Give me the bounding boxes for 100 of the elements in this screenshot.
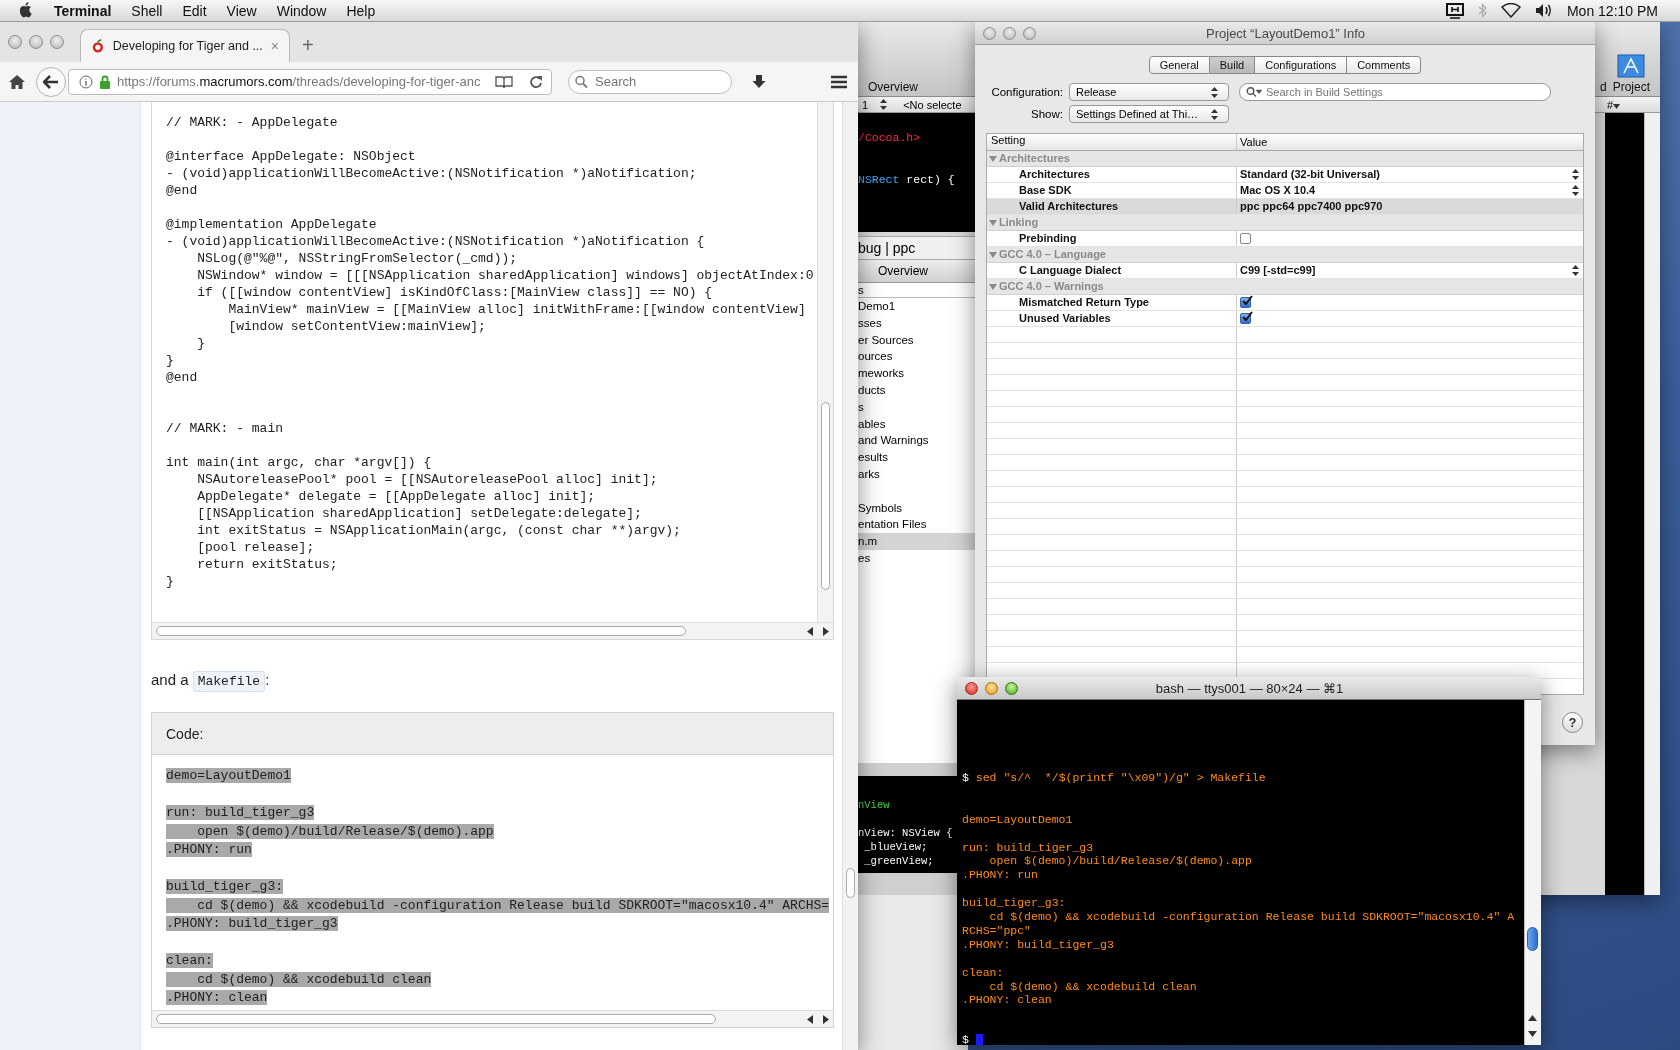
list-item[interactable]: n.m [858,533,975,550]
new-tab-button[interactable]: + [290,34,326,62]
app-menu[interactable]: Terminal [44,2,122,19]
symbol-popup[interactable]: <No selecte [903,98,962,111]
setting-row[interactable]: Mismatched Return Type [987,295,1583,311]
scrollbar[interactable] [1644,113,1660,895]
disclosure-triangle-icon[interactable] [989,283,997,292]
list-item[interactable]: meworks [858,365,975,382]
updown-arrows-icon [1572,265,1579,276]
back-button[interactable] [36,66,66,97]
list-item[interactable]: esults [858,449,975,466]
window-control-button[interactable] [8,35,22,49]
download-icon[interactable] [752,73,766,90]
volume-icon[interactable] [1534,3,1553,18]
lock-icon [99,74,111,89]
reader-icon[interactable] [495,74,513,89]
menu-item[interactable]: Shell [121,2,173,19]
paragraph: and a Makefile : [151,668,834,694]
disclosure-triangle-icon[interactable] [989,155,997,164]
scroll-thumb[interactable] [1527,927,1538,951]
updown-arrows-icon [1572,185,1579,196]
setting-row[interactable]: Architectures Standard (32-bit Universal) [987,167,1583,183]
scrollbar[interactable] [817,102,833,622]
list-item[interactable]: er Sources [858,331,975,349]
updown-arrows-icon [1211,108,1218,120]
disclosure-triangle-icon[interactable] [989,219,997,228]
window-control-button[interactable] [985,681,998,695]
configuration-popup[interactable]: Release [1069,83,1229,101]
list-item[interactable]: sses [858,314,975,332]
info-icon[interactable] [79,74,93,89]
scrollbar[interactable] [152,1010,833,1027]
counterpart-popup[interactable]: # [1606,98,1620,111]
list-item[interactable]: and Warnings [858,432,975,450]
list-item[interactable]: entation Files [858,516,975,534]
window-title: Project “LayoutDemo1” Info [1205,25,1366,41]
field-label: Show: [1030,108,1063,120]
show-popup[interactable]: Settings Defined at Thi… [1069,105,1229,123]
wifi-icon[interactable] [1500,3,1521,18]
code-listing: demo=LayoutDemo1 run: build_tiger_g3 open $(demo)/build/Release/$(demo).app .PHONY: run build_tiger_g3: cd $(demo) && xcodebuild -configuration Release build SDKROOT="macosx10.4" ARCHS= .PHONY: build_tiger_g3 clean: cd $(demo) && xcodebuild clean .PHONY: clean [165,767,831,1007]
checkbox[interactable] [1240,233,1251,244]
setting-row[interactable]: Valid Architectures ppc ppc64 ppc7400 ppc970 [987,199,1583,215]
window-control-button[interactable] [1005,681,1018,695]
list-item[interactable]: ables [858,415,975,433]
updown-arrows-icon [880,99,888,110]
search-icon [575,75,588,88]
tab[interactable]: Configurations [1255,56,1348,74]
caret-icon [1613,103,1620,109]
menu-item[interactable]: View [216,2,267,19]
display-icon[interactable] [1445,2,1464,19]
list-item[interactable]: ources [858,348,975,366]
scroll-arrows-icon[interactable] [1528,1015,1537,1037]
scroll-arrows-icon[interactable] [807,1014,829,1024]
checkbox[interactable] [1240,297,1251,308]
tab[interactable]: Build [1209,56,1256,74]
groups-list: s Demo1 sses er Sources ources meworks ducts s ables and Warnings esults arks Symbols entation Files n.m es [858,283,975,763]
checkbox[interactable] [1240,313,1251,324]
column-header[interactable]: Value [1237,134,1583,150]
home-icon[interactable] [8,73,26,90]
window-control-button[interactable] [50,35,64,49]
list-item[interactable]: Demo1 [858,298,975,315]
target-bar[interactable]: bug | ppc [858,236,975,260]
line-number: 1 [862,98,869,111]
address-field[interactable]: https://forums.macrumors.com/threads/developing-for-tiger-anc [68,68,552,95]
list-item[interactable]: Symbols [858,499,975,517]
scrollbar[interactable] [1524,700,1541,1045]
window-control-button[interactable] [1003,26,1016,40]
help-button[interactable]: ? [1562,712,1583,733]
window-control-button[interactable] [965,681,978,695]
overview-button[interactable]: Overview [858,260,975,283]
scroll-arrows-icon[interactable] [807,626,829,636]
list-item[interactable]: arks [858,465,975,483]
list-item[interactable]: s [858,398,975,416]
scrollbar[interactable] [152,622,833,639]
search-field[interactable]: Search [568,69,732,94]
window-control-button[interactable] [983,26,996,40]
bluetooth-icon[interactable] [1477,3,1487,18]
menu-icon[interactable] [830,74,848,89]
browser-tab[interactable]: Developing for Tiger and ... × [80,29,290,62]
window-control-button[interactable] [1023,26,1036,40]
code-header: Code: [166,725,204,742]
list-item[interactable]: ducts [858,382,975,399]
menu-item[interactable]: Window [266,2,337,19]
menu-item[interactable]: Help [336,2,386,19]
window-control-button[interactable] [29,35,43,49]
window-title: bash — ttys001 — 80×24 — ⌘1 [1154,680,1345,696]
search-field[interactable]: Search in Build Settings [1239,83,1551,101]
tab[interactable]: General [1148,56,1210,74]
menu-item[interactable]: Edit [172,2,217,19]
code-listing: // MARK: - AppDelegate @interface AppDelegate: NSObject - (void)applicationWillBecomeActive:(NSNotification *)aNotification; @end @implementation AppDelegate - (void)applicationWillBecomeActive:(NSNotification *)aNotification { NSLog(@"%@", NSStringFromSelector(_cmd)); NSWindow* window = [[[NSApplication sharedApplication] windows] objectAtIndex:0 if ([[window contentView] isKindOfClass:[MainView class]] == NO) { MainView* mainView = [[MainView alloc] initWithFrame:[[window contentView] [window setContentView:mainView]; } } @end // MARK: - main int main(int argc, char *argv[]) { NSAutoreleasePool* pool = [[NSAutoreleasePool alloc] init]; AppDelegate* delegate = [[AppDelegate alloc] init]; [[NSApplication sharedApplication] setDelegate:delegate]; int exitStatus = NSApplicationMain(argc, (const char **)argv); [pool release]; return exitStatus; } [165,114,815,591]
field-label: Configuration: [990,86,1063,98]
disclosure-triangle-icon[interactable] [989,251,997,260]
reload-icon[interactable] [529,74,543,89]
column-header[interactable]: Setting [987,134,1237,150]
scrollbar[interactable] [842,102,858,1050]
updown-arrows-icon [1211,86,1218,98]
terminal-output: $ sed "s/^ */$(printf "\x09")/g" > Makefile demo=LayoutDemo1 run: build_tiger_g3 open $(demo)/build/Release/$(demo).app .PHONY: run build_tiger_g3: cd $(demo) && xcodebuild -configuration Release build SDKROOT="macosx10.4" A RCHS="ppc" .PHONY: build_tiger_g3 clean: cd $(demo) && xcodebuild clean .PHONY: clean $ [961,770,1516,1045]
project-button[interactable]: Project [1612,54,1650,94]
list-item[interactable]: es [858,549,975,567]
clock[interactable]: Mon 12:10 PM [1566,2,1658,19]
tab[interactable]: Comments [1347,56,1422,74]
